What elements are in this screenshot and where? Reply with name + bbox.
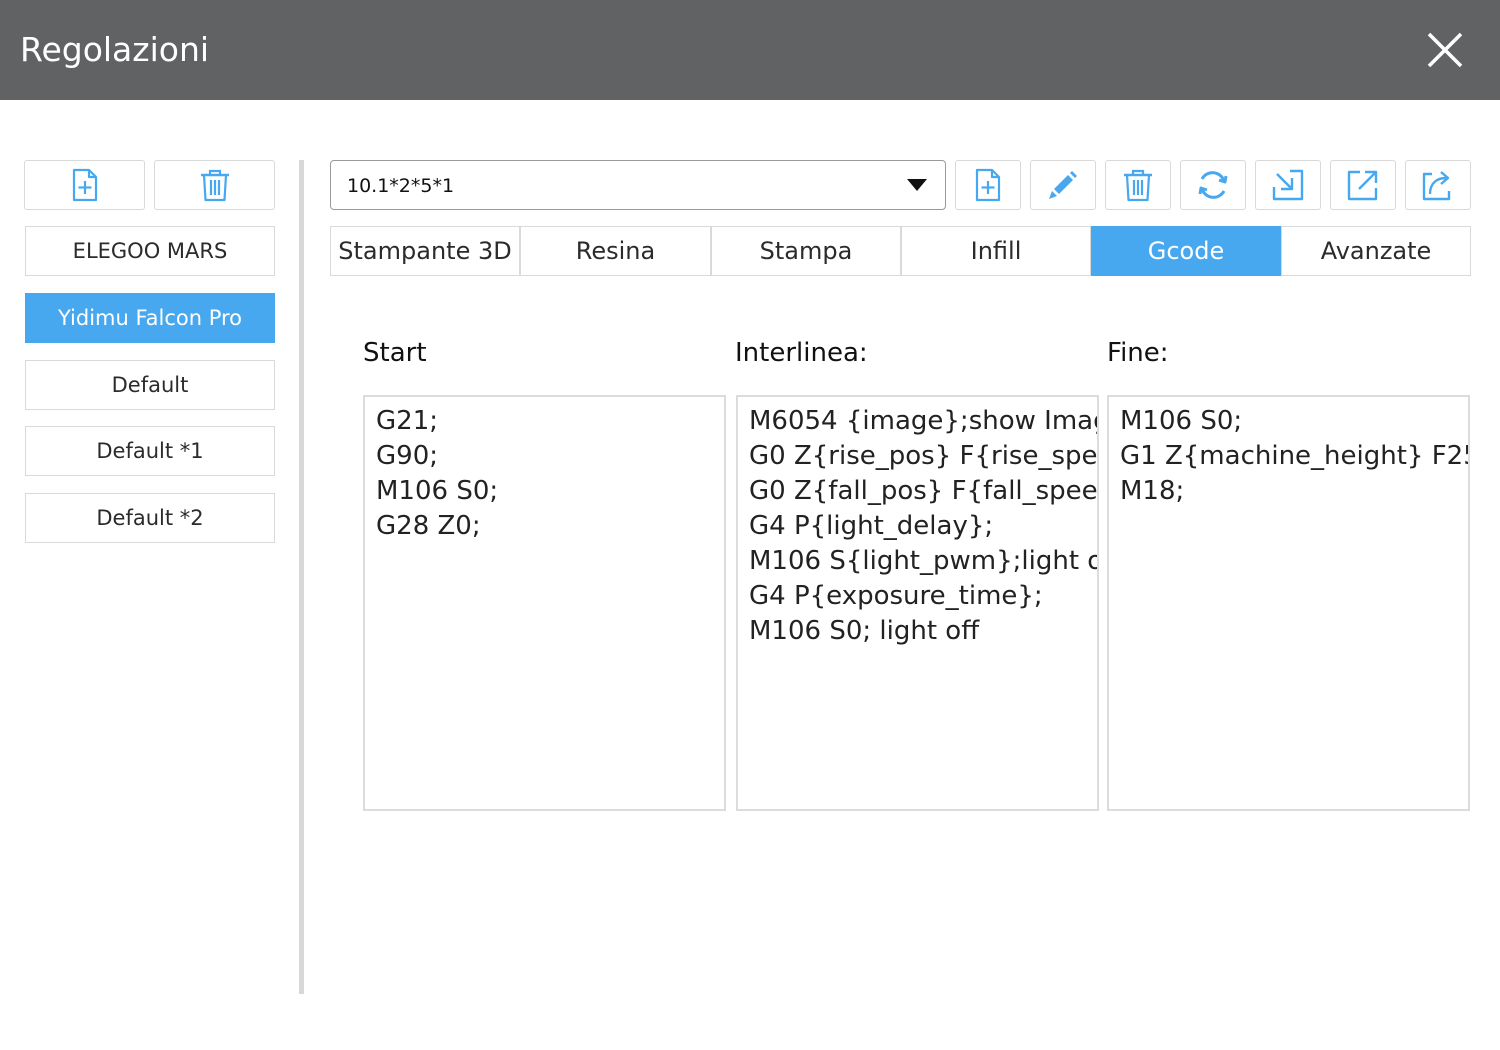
share-preset-button[interactable] xyxy=(1405,160,1471,210)
profile-default-1[interactable]: Default *1 xyxy=(25,426,275,476)
reset-preset-button[interactable] xyxy=(1180,160,1246,210)
trash-icon xyxy=(1124,169,1152,202)
trash-icon xyxy=(200,169,229,202)
start-gcode-editor[interactable]: G21; G90; M106 S0; G28 Z0; xyxy=(363,395,726,811)
file-add-icon xyxy=(975,168,1001,202)
sidebar-divider[interactable] xyxy=(299,160,304,994)
delete-preset-button[interactable] xyxy=(1105,160,1171,210)
export-icon xyxy=(1347,170,1378,201)
gcode-line: G0 Z{fall_pos} F{fall_speed}; xyxy=(749,476,1098,506)
gcode-line: M106 S0; light off xyxy=(749,616,980,646)
title-bar: Regolazioni xyxy=(0,0,1500,100)
chevron-down-icon xyxy=(907,179,927,191)
file-add-icon xyxy=(72,168,97,202)
profile-elegoo-mars[interactable]: ELEGOO MARS xyxy=(25,226,275,276)
gcode-line: G90; xyxy=(376,441,438,471)
gcode-line: M18; xyxy=(1120,476,1185,506)
tab-infill[interactable]: Infill xyxy=(901,226,1091,276)
profile-default-2[interactable]: Default *2 xyxy=(25,493,275,543)
profile-yidimu-falcon-pro[interactable]: Yidimu Falcon Pro xyxy=(25,293,275,343)
pencil-icon xyxy=(1049,171,1077,199)
layer-gcode-label: Interlinea: xyxy=(735,338,868,368)
close-button[interactable] xyxy=(1420,25,1470,75)
tab-stampa[interactable]: Stampa xyxy=(711,226,901,276)
tab-gcode[interactable]: Gcode xyxy=(1091,226,1281,276)
profile-default[interactable]: Default xyxy=(25,360,275,410)
gcode-line: G28 Z0; xyxy=(376,511,481,541)
gcode-line: G1 Z{machine_height} F25; xyxy=(1120,441,1470,471)
refresh-icon xyxy=(1198,171,1228,199)
preset-selected-value: 10.1*2*5*1 xyxy=(347,175,455,197)
add-profile-button[interactable] xyxy=(24,160,145,210)
tab-resina[interactable]: Resina xyxy=(520,226,711,276)
tab-stampante-3d[interactable]: Stampante 3D xyxy=(330,226,520,276)
delete-profile-button[interactable] xyxy=(154,160,275,210)
gcode-line: G4 P{light_delay}; xyxy=(749,511,994,541)
gcode-line: M6054 {image};show Image xyxy=(749,406,1099,436)
end-gcode-label: Fine: xyxy=(1107,338,1169,368)
gcode-line: G21; xyxy=(376,406,438,436)
import-preset-button[interactable] xyxy=(1255,160,1321,210)
preset-dropdown[interactable]: 10.1*2*5*1 xyxy=(330,160,946,210)
tab-avanzate[interactable]: Avanzate xyxy=(1281,226,1471,276)
gcode-line: G4 P{exposure_time}; xyxy=(749,581,1043,611)
add-preset-button[interactable] xyxy=(955,160,1021,210)
gcode-line: M106 S{light_pwm};light on xyxy=(749,546,1099,576)
close-icon xyxy=(1427,32,1463,68)
end-gcode-editor[interactable]: M106 S0; G1 Z{machine_height} F25; M18; xyxy=(1107,395,1470,811)
window-title: Regolazioni xyxy=(20,30,210,69)
export-preset-button[interactable] xyxy=(1330,160,1396,210)
gcode-line: G0 Z{rise_pos} F{rise_speed}; xyxy=(749,441,1098,471)
rename-preset-button[interactable] xyxy=(1030,160,1096,210)
gcode-line: M106 S0; xyxy=(1120,406,1243,436)
import-icon xyxy=(1272,169,1304,201)
gcode-line: M106 S0; xyxy=(376,476,499,506)
layer-gcode-editor[interactable]: M6054 {image};show Image G0 Z{rise_pos} … xyxy=(736,395,1099,811)
share-icon xyxy=(1422,171,1451,201)
start-gcode-label: Start xyxy=(363,338,427,368)
